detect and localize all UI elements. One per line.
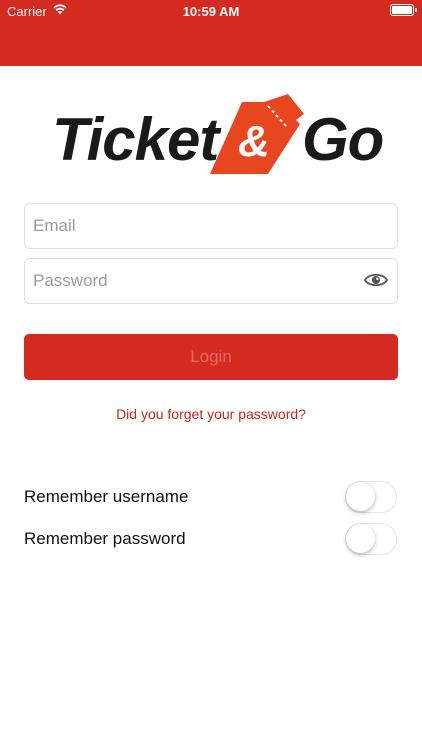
logo-word-ticket: Ticket [52, 106, 219, 173]
battery-icon [390, 4, 417, 16]
remember-password-toggle[interactable] [345, 523, 397, 555]
eye-icon[interactable] [364, 271, 388, 289]
email-field[interactable] [24, 203, 398, 249]
forgot-password-link[interactable]: Did you forget your password? [0, 406, 422, 422]
remember-username-toggle[interactable] [345, 481, 397, 513]
toggle-knob [346, 524, 375, 553]
logo-word-go: Go [302, 106, 384, 173]
login-button[interactable]: Login [24, 334, 398, 380]
ticket-and-go-logo: Ticket & Go [50, 94, 384, 176]
password-field[interactable] [24, 258, 398, 304]
remember-password-label: Remember password [24, 529, 186, 548]
remember-username-label: Remember username [24, 487, 189, 506]
status-bar: Carrier 10:59 AM [0, 0, 422, 22]
logo-ampersand: & [238, 117, 270, 166]
navigation-header: Carrier 10:59 AM [0, 0, 422, 66]
toggle-knob [346, 482, 375, 511]
clock: 10:59 AM [182, 4, 240, 19]
